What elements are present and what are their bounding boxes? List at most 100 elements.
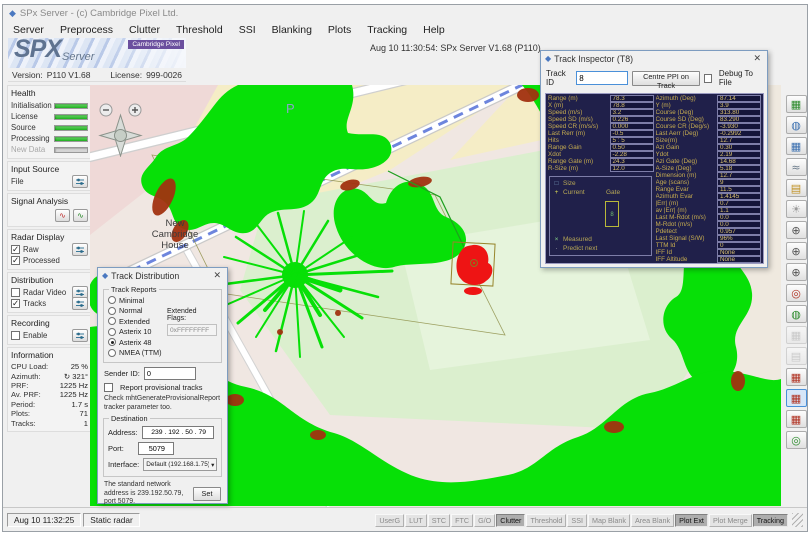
centre-ppi-button[interactable]: ⊕ <box>786 221 807 239</box>
extended-flags-label: Extended Flags: <box>167 308 217 322</box>
file-settings-button[interactable] <box>72 175 88 188</box>
status-badge: FTC <box>451 514 473 527</box>
report-format-option[interactable]: Minimal <box>108 295 217 306</box>
palette-button[interactable]: ▤ <box>786 179 807 197</box>
dialog-icon: ◆ <box>102 271 108 280</box>
checkbox[interactable] <box>11 288 20 297</box>
radio-button[interactable] <box>108 296 116 304</box>
recording-option-row: Enable <box>11 330 88 341</box>
radio-button[interactable] <box>108 307 116 315</box>
menu-item[interactable]: Tracking <box>359 22 415 38</box>
sidebar: Health Initialisation License Source <box>7 85 92 434</box>
map-layers-button[interactable]: ▦ <box>786 95 807 113</box>
radio-button[interactable] <box>108 317 116 325</box>
address-input[interactable] <box>142 426 214 439</box>
zoom-out-button[interactable] <box>100 104 112 116</box>
report-provisional-checkbox[interactable] <box>104 383 113 392</box>
zoom-in-button[interactable] <box>129 104 141 116</box>
checkbox-label: Tracks <box>23 299 72 308</box>
info-value: 1225 Hz <box>60 390 88 399</box>
plot-merge-button[interactable]: ▦ <box>786 389 807 407</box>
brightness-button[interactable]: ☀ <box>786 200 807 218</box>
toolbar-icon: ⊕ <box>791 267 800 278</box>
info-label: Plots: <box>11 409 80 418</box>
info-label: Tracks: <box>11 419 84 428</box>
field-label: Dimension (m) <box>656 172 718 179</box>
menu-item[interactable]: Blanking <box>264 22 320 38</box>
radio-button[interactable] <box>108 338 116 346</box>
globe-view-button[interactable]: ◍ <box>786 116 807 134</box>
centre-origin-button[interactable]: ⊕ <box>786 263 807 281</box>
interface-select[interactable]: Default (192.168.1.75) ▾ <box>143 458 217 471</box>
debug-to-file-checkbox[interactable] <box>704 74 712 83</box>
status-badge: G/O <box>474 514 495 527</box>
info-label: Av. PRF: <box>11 390 60 399</box>
menu-item[interactable]: Clutter <box>121 22 168 38</box>
inspector-field-row: Last M-Rdot (m/s) 0.0 <box>655 214 763 221</box>
info-value: 71 <box>80 409 88 418</box>
measure-tool-button[interactable]: ≈ <box>786 158 807 176</box>
menu-item[interactable]: Preprocess <box>52 22 121 38</box>
set-button[interactable]: Set <box>193 487 221 501</box>
distribution-option-row: Tracks <box>11 298 88 309</box>
menu-item[interactable]: Plots <box>320 22 359 38</box>
checkbox[interactable] <box>11 256 20 265</box>
inspector-field-row: IFF Altitude None <box>655 256 763 263</box>
field-label: Size(m) <box>656 137 718 144</box>
field-label: Last Rerr (m) <box>548 130 610 137</box>
tracking-options-button[interactable]: ▦ <box>786 410 807 428</box>
pan-zoom-control[interactable] <box>96 101 146 157</box>
field-value: 2.19 <box>717 151 761 157</box>
track-status-button[interactable]: ◎ <box>786 431 807 449</box>
settings-button[interactable] <box>72 243 88 256</box>
menu-item[interactable]: Help <box>415 22 453 38</box>
add-marker-button[interactable]: ◍ <box>786 305 807 323</box>
field-label: Azi Gain <box>656 144 718 151</box>
close-icon[interactable]: ✕ <box>751 53 763 64</box>
field-label: Last M-Rdot (m/s) <box>656 214 718 221</box>
inspector-field-row: Xdot -2.28 <box>547 151 655 158</box>
settings-button[interactable] <box>72 329 88 342</box>
report-format-option[interactable]: Asterix 48 <box>108 337 217 348</box>
centre-ppi-on-track-button[interactable]: Centre PPI on Track <box>632 71 700 86</box>
b-scan-button[interactable]: ∿ <box>73 209 88 222</box>
area-blank-button[interactable]: ▤ <box>786 347 807 365</box>
health-label: New Data <box>11 145 54 154</box>
menu-item[interactable]: Server <box>5 22 52 38</box>
radio-button[interactable] <box>108 328 116 336</box>
menu-item[interactable]: Threshold <box>168 22 231 38</box>
toolbar-icon: ⊕ <box>791 246 800 257</box>
resize-grip[interactable] <box>792 513 803 527</box>
dialog-title-bar[interactable]: ◆ Track Inspector (T8) ✕ <box>541 51 767 66</box>
pan-compass-star[interactable] <box>100 115 141 156</box>
checkbox[interactable] <box>11 245 20 254</box>
checkbox-label: Raw <box>23 245 72 254</box>
a-scan-button[interactable]: ∿ <box>55 209 70 222</box>
map-blank-button[interactable]: ▦ <box>786 326 807 344</box>
app-window: ◆ SPx Server - (c) Cambridge Pixel Ltd. … <box>2 4 808 532</box>
field-value: 14.68 <box>717 158 761 164</box>
checkbox[interactable] <box>11 299 20 308</box>
port-input[interactable] <box>138 442 174 455</box>
radio-button[interactable] <box>108 349 116 357</box>
track-id-input[interactable] <box>576 71 628 85</box>
section-title: Health <box>11 88 88 98</box>
logo-sub: Server <box>62 51 94 63</box>
health-label: Processing <box>11 134 54 143</box>
app-icon: ◆ <box>9 8 16 19</box>
map-tiles-button[interactable]: ▦ <box>786 137 807 155</box>
dialog-title-bar[interactable]: ◆ Track Distribution ✕ <box>98 268 227 283</box>
info-row: Av. PRF: 1225 Hz <box>11 390 88 399</box>
field-value: None <box>717 249 761 255</box>
sender-id-input[interactable] <box>144 367 196 380</box>
find-track-button[interactable]: ◎ <box>786 284 807 302</box>
report-format-option[interactable]: NMEA (TTM) <box>108 348 217 359</box>
inspector-field-row: Course SD (Deg) 83.290 <box>655 116 763 123</box>
checkbox[interactable] <box>11 331 20 340</box>
size-symbol: □ <box>553 180 560 187</box>
settings-button[interactable] <box>72 297 88 310</box>
menu-item[interactable]: SSI <box>231 22 264 38</box>
plot-ext-button[interactable]: ▦ <box>786 368 807 386</box>
close-icon[interactable]: ✕ <box>211 270 223 281</box>
centre-view-button[interactable]: ⊕ <box>786 242 807 260</box>
